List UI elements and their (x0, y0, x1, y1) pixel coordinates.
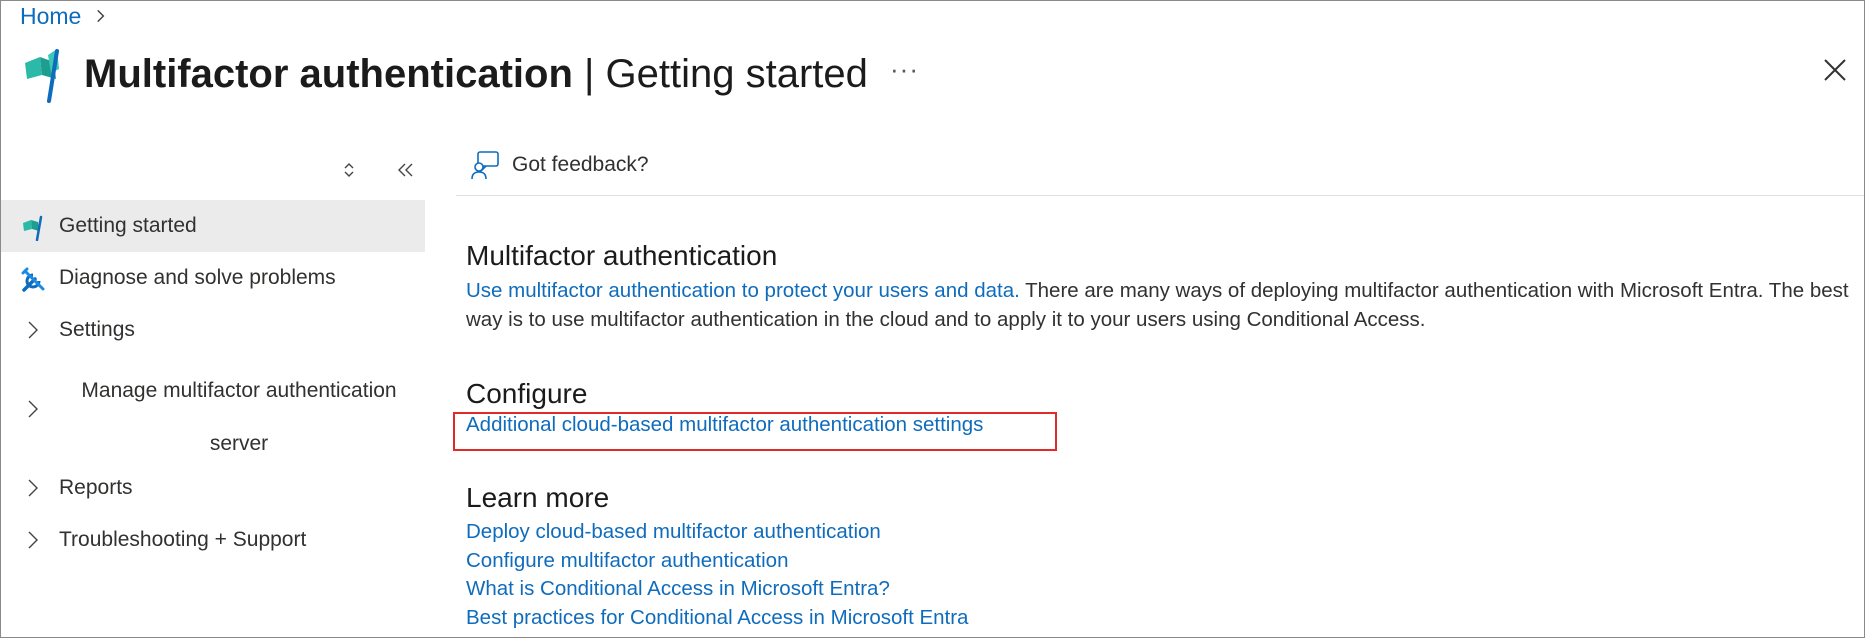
sidebar-item-getting-started[interactable]: Getting started (1, 200, 425, 252)
expand-collapse-all-icon[interactable] (340, 159, 358, 181)
sidebar-item-label: Reports (59, 476, 133, 499)
breadcrumb-home-link[interactable]: Home (20, 3, 81, 30)
learn-more-link[interactable]: Configure multifactor authentication (466, 547, 968, 576)
sidebar-item-label: Diagnose and solve problems (59, 266, 336, 289)
sidebar-item-settings[interactable]: Settings (1, 304, 425, 356)
getting-started-icon (23, 215, 43, 241)
page-header: Multifactor authentication | Getting sta… (20, 44, 868, 104)
learn-more-link[interactable]: Best practices for Conditional Access in… (466, 604, 968, 633)
sidebar-item-reports[interactable]: Reports (1, 462, 425, 514)
page-title: Multifactor authentication | Getting sta… (84, 52, 868, 97)
protect-users-link[interactable]: Use multifactor authentication to protec… (466, 279, 1020, 302)
intro-heading: Multifactor authentication (466, 240, 778, 271)
feedback-label: Got feedback? (512, 153, 649, 176)
chevron-right-icon (28, 531, 38, 549)
sidebar-item-troubleshooting[interactable]: Troubleshooting + Support (1, 514, 425, 566)
learn-more-link[interactable]: Deploy cloud-based multifactor authentic… (466, 518, 968, 547)
toolbar-divider (456, 195, 1864, 196)
collapse-sidebar-icon[interactable] (396, 159, 416, 181)
more-options-button[interactable]: ··· (890, 54, 919, 85)
sidebar-item-label: Settings (59, 318, 135, 341)
page-title-separator: | (572, 51, 606, 96)
sidebar-controls (340, 155, 420, 185)
wrench-icon (21, 267, 45, 292)
learn-more-section: Learn more Deploy cloud-based multifacto… (466, 482, 968, 632)
chevron-right-icon (28, 400, 38, 418)
mfa-flag-logo-icon (25, 49, 59, 103)
configure-heading: Configure (466, 378, 588, 409)
sidebar-item-label: Manage multifactor authentication server (81, 379, 397, 455)
page-title-subtitle: Getting started (605, 51, 868, 96)
chevron-right-icon (28, 321, 38, 339)
sidebar-item-label: Getting started (59, 214, 197, 237)
chevron-right-icon (97, 9, 105, 23)
sidebar-item-label: Troubleshooting + Support (59, 528, 307, 551)
learn-more-link[interactable]: What is Conditional Access in Microsoft … (466, 575, 968, 604)
feedback-person-icon (471, 151, 499, 180)
learn-more-links: Deploy cloud-based multifactor authentic… (466, 518, 968, 632)
learn-more-heading: Learn more (466, 482, 610, 513)
sidebar: Getting started Diagnose and solve probl… (1, 200, 425, 566)
sidebar-item-diagnose[interactable]: Diagnose and solve problems (1, 252, 425, 304)
breadcrumb: Home (20, 2, 109, 30)
feedback-button[interactable]: Got feedback? (470, 150, 649, 180)
page-title-main: Multifactor authentication (84, 51, 573, 96)
close-icon[interactable] (1822, 57, 1848, 83)
intro-paragraph: Use multifactor authentication to protec… (466, 276, 1856, 334)
sidebar-item-manage-mfa-server[interactable]: Manage multifactor authentication server (1, 356, 425, 462)
intro-section: Multifactor authentication Use multifact… (466, 240, 1856, 334)
chevron-right-icon (28, 479, 38, 497)
highlight-box (453, 412, 1057, 451)
